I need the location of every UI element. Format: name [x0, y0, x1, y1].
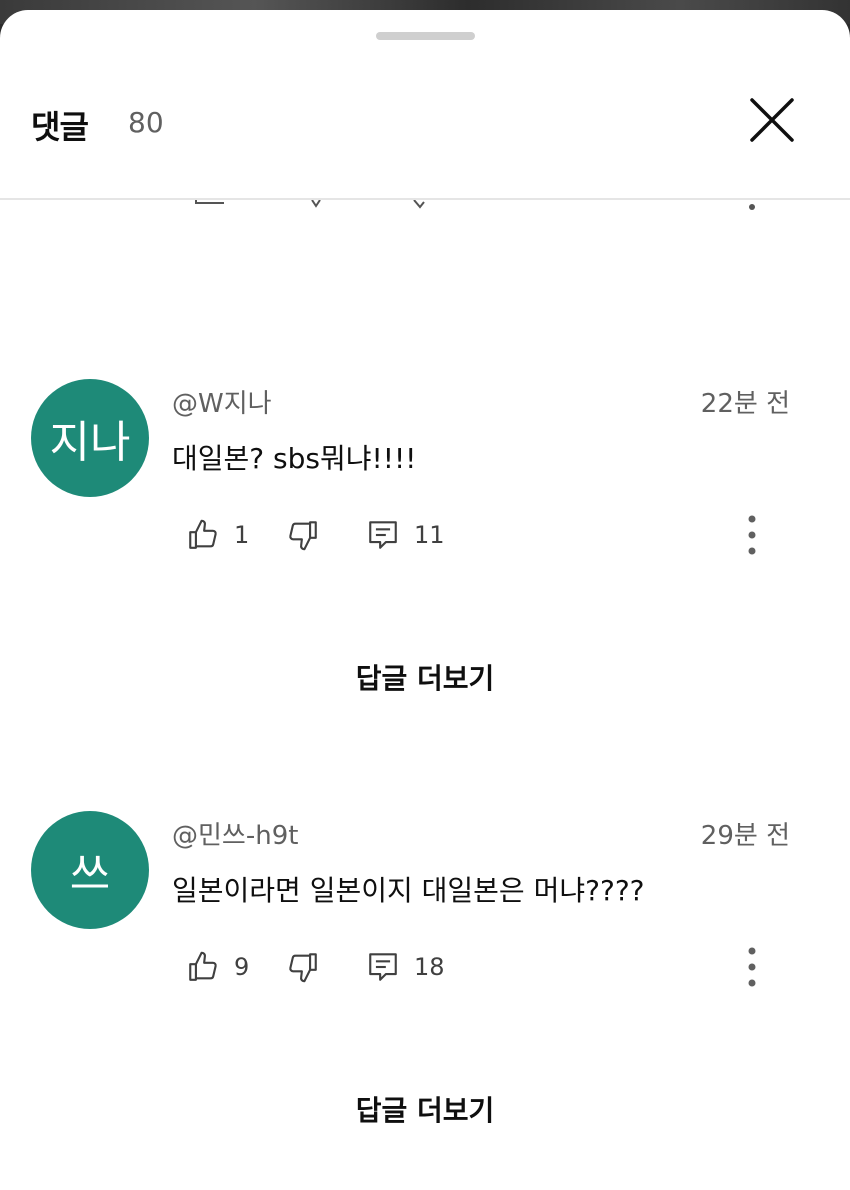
header-title: 댓글: [31, 108, 89, 146]
reply-icon: [369, 521, 397, 549]
comment-time: 29분 전: [700, 821, 790, 851]
partially-hidden-action-row: [195, 200, 755, 210]
drag-handle[interactable]: [376, 32, 475, 40]
thumbs-down-icon: [289, 953, 317, 983]
more-replies-button[interactable]: 답글 더보기: [0, 1089, 850, 1129]
like-button[interactable]: 1: [186, 518, 286, 552]
reply-count: 18: [414, 953, 445, 981]
close-icon: [750, 98, 794, 142]
more-replies-button[interactable]: 답글 더보기: [0, 657, 850, 697]
more-vert-icon: [748, 515, 756, 555]
thumbs-up-icon: [189, 519, 217, 549]
comment-item: 지나 @W지나 22분 전 대일본? sbs뭐냐!!!! 1 11 답글 더보기: [0, 379, 850, 709]
dislike-button[interactable]: [286, 518, 366, 552]
comment-actions: 9 18: [186, 945, 445, 989]
avatar[interactable]: 쓰: [31, 811, 149, 929]
like-button[interactable]: 9: [186, 950, 286, 984]
close-button[interactable]: [744, 92, 800, 148]
comment-count: 80: [128, 106, 164, 139]
thumbs-up-icon: [189, 951, 217, 981]
comment-time: 22분 전: [700, 389, 790, 419]
avatar[interactable]: 지나: [31, 379, 149, 497]
reply-button[interactable]: 18: [366, 950, 445, 984]
comment-item: 쓰 @민쓰-h9t 29분 전 일본이라면 일본이지 대일본은 머냐???? 9: [0, 811, 850, 1141]
more-options-button[interactable]: [736, 513, 768, 557]
like-count: 1: [234, 521, 250, 549]
reply-icon: [369, 953, 397, 981]
comment-text: 일본이라면 일본이지 대일본은 머냐????: [172, 874, 645, 907]
more-vert-icon: [748, 947, 756, 987]
thumbs-down-icon: [289, 521, 317, 551]
comment-author[interactable]: @민쓰-h9t: [172, 815, 298, 852]
more-options-button[interactable]: [736, 945, 768, 989]
reply-count: 11: [414, 521, 445, 549]
comment-actions: 1 11: [186, 513, 445, 557]
comment-author[interactable]: @W지나: [172, 383, 272, 420]
dislike-button[interactable]: [286, 950, 366, 984]
like-count: 9: [234, 953, 250, 981]
comment-text: 대일본? sbs뭐냐!!!!: [172, 442, 417, 475]
reply-button[interactable]: 11: [366, 518, 445, 552]
comments-sheet: 댓글 80 지나 @W지나 22분 전 대일본? sbs뭐냐!!!! 1 11 …: [0, 10, 850, 1190]
